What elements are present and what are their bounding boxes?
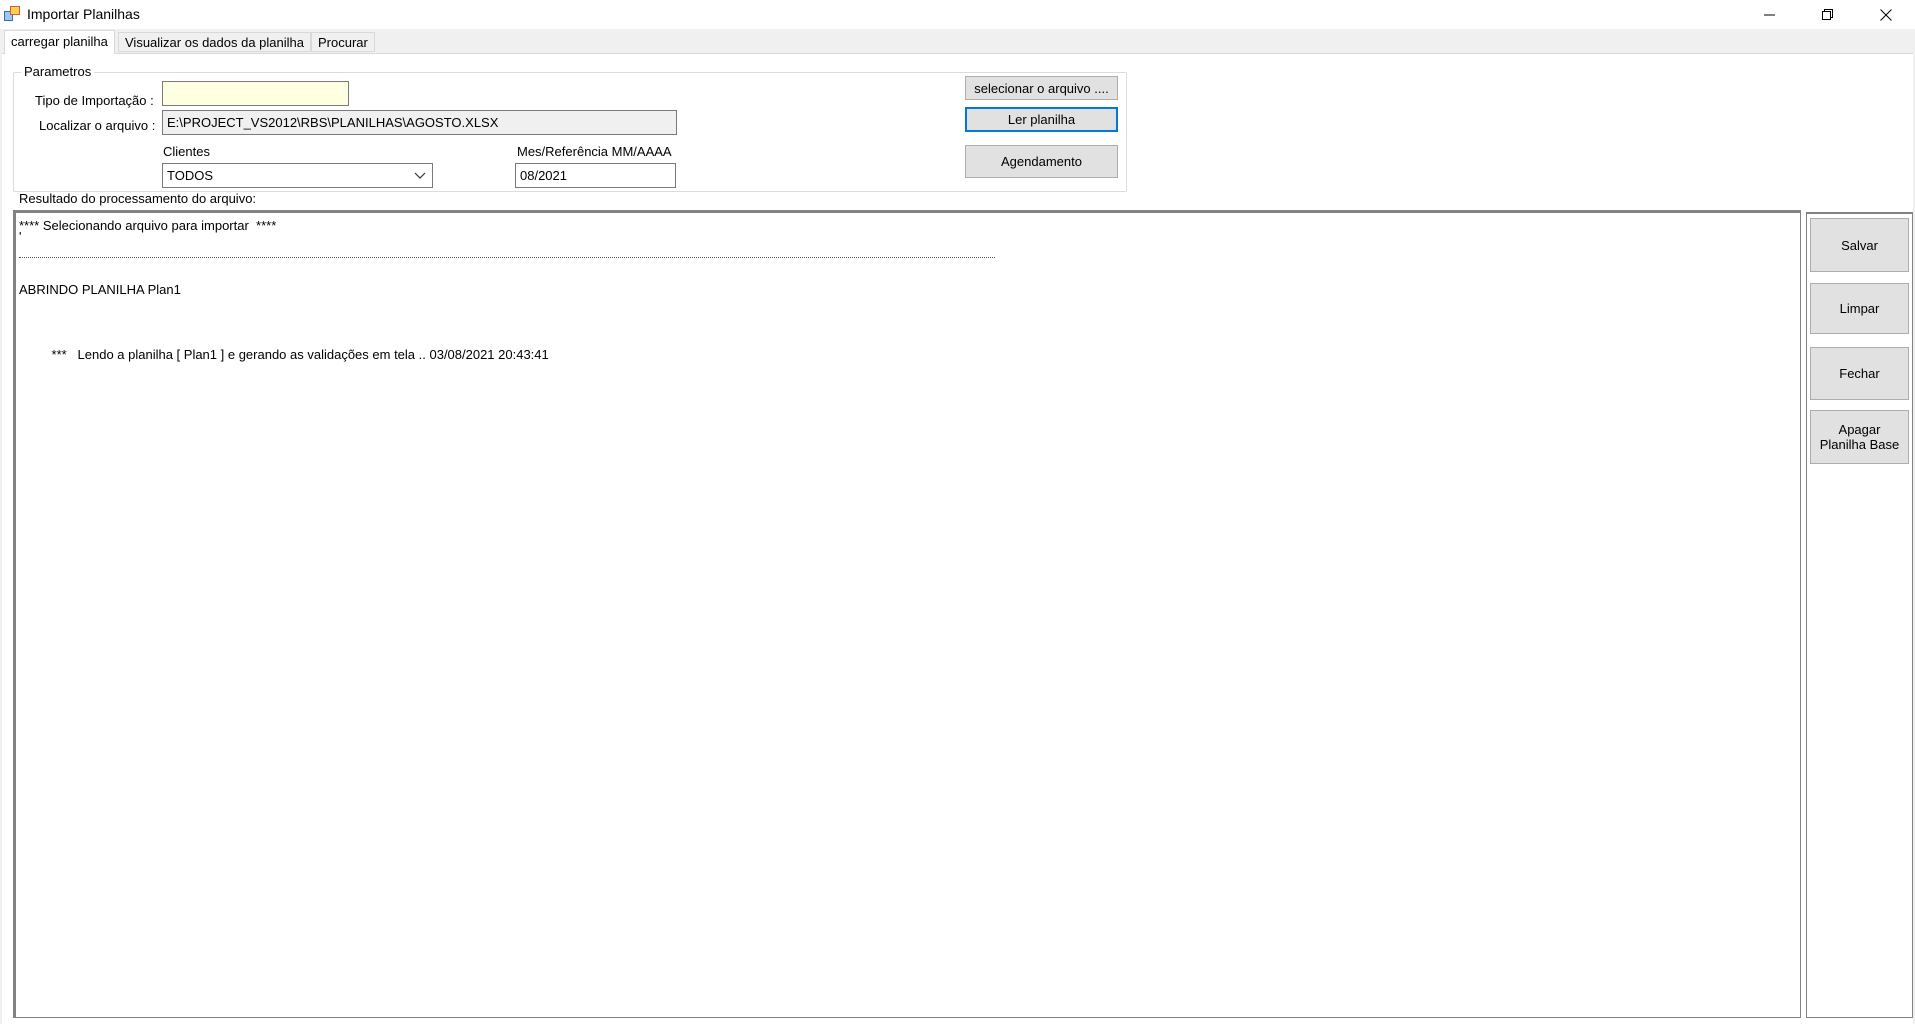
localizar-arquivo-label: Localizar o arquivo :	[39, 118, 156, 133]
localizar-arquivo-input[interactable]: E:\PROJECT_VS2012\RBS\PLANILHAS\AGOSTO.X…	[162, 110, 677, 135]
restore-icon	[1822, 8, 1833, 20]
title-bar	[0, 0, 1915, 29]
clientes-select[interactable]: TODOS	[162, 163, 433, 188]
resultado-log-textarea[interactable]	[13, 210, 1801, 1018]
log-separator	[19, 257, 995, 258]
close-button[interactable]	[1857, 0, 1915, 29]
ler-planilha-button[interactable]: Ler planilha	[965, 107, 1118, 132]
parametros-legend: Parametros	[21, 64, 95, 80]
apagar-planilha-base-button[interactable]: Apagar Planilha Base	[1810, 410, 1909, 464]
log-line: ABRINDO PLANILHA Plan1	[19, 282, 181, 297]
tab-procurar[interactable]: Procurar	[311, 32, 375, 52]
mes-referencia-label: Mes/Referência MM/AAAA	[517, 144, 672, 159]
salvar-button[interactable]: Salvar	[1810, 218, 1909, 272]
limpar-button[interactable]: Limpar	[1810, 283, 1909, 334]
tab-carregar-planilha[interactable]: carregar planilha	[4, 30, 115, 54]
resultado-label: Resultado do processamento do arquivo:	[19, 191, 257, 206]
clientes-selected-value: TODOS	[167, 168, 213, 183]
agendamento-button[interactable]: Agendamento	[965, 145, 1118, 178]
app-icon	[4, 6, 20, 22]
selecionar-arquivo-button[interactable]: selecionar o arquivo ....	[965, 76, 1118, 100]
chevron-down-icon	[414, 172, 426, 179]
mes-referencia-input[interactable]: 08/2021	[515, 163, 676, 188]
minimize-icon	[1764, 14, 1775, 15]
minimize-button[interactable]	[1741, 0, 1799, 29]
tipo-importacao-input[interactable]	[162, 81, 349, 106]
log-line: '	[19, 229, 22, 244]
tipo-importacao-label: Tipo de Importação :	[35, 93, 154, 108]
restore-button[interactable]	[1799, 0, 1857, 29]
clientes-label: Clientes	[163, 144, 210, 159]
window-title: Importar Planilhas	[27, 6, 140, 22]
fechar-button[interactable]: Fechar	[1810, 347, 1909, 400]
log-line: *** Lendo a planilha [ Plan1 ] e gerando…	[19, 347, 549, 362]
log-line: **** Selecionando arquivo para importar …	[19, 218, 277, 233]
close-icon	[1880, 8, 1892, 21]
tab-visualizar-dados[interactable]: Visualizar os dados da planilha	[118, 32, 311, 52]
